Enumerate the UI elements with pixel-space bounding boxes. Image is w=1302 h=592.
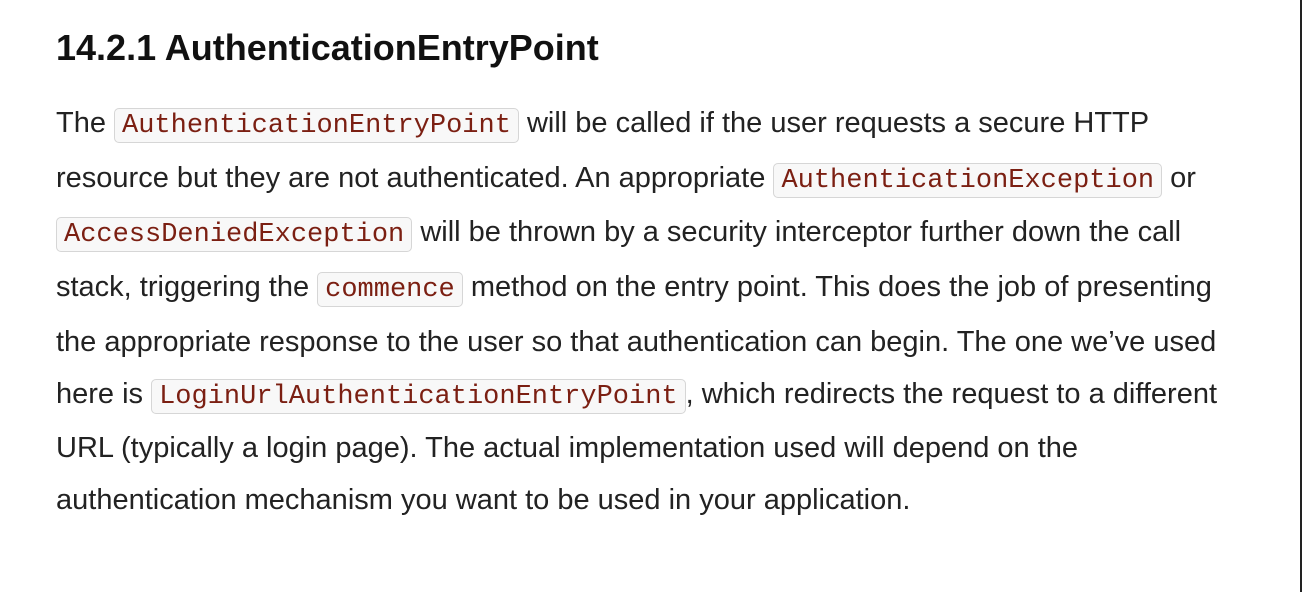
code-access-denied-exception: AccessDeniedException [56, 217, 413, 253]
code-commence: commence [317, 272, 463, 308]
paragraph-text: or [1162, 161, 1196, 194]
section-heading: 14.2.1 AuthenticationEntryPoint [56, 27, 599, 68]
document-section: 14.2.1 AuthenticationEntryPoint The Auth… [56, 24, 1246, 527]
paragraph-text: The [56, 107, 115, 139]
section-paragraph: The AuthenticationEntryPoint will be cal… [56, 98, 1246, 527]
code-login-url-authentication-entry-point: LoginUrlAuthenticationEntryPoint [151, 378, 686, 414]
code-authentication-exception: AuthenticationException [773, 162, 1163, 198]
code-authentication-entry-point: AuthenticationEntryPoint [114, 108, 519, 143]
